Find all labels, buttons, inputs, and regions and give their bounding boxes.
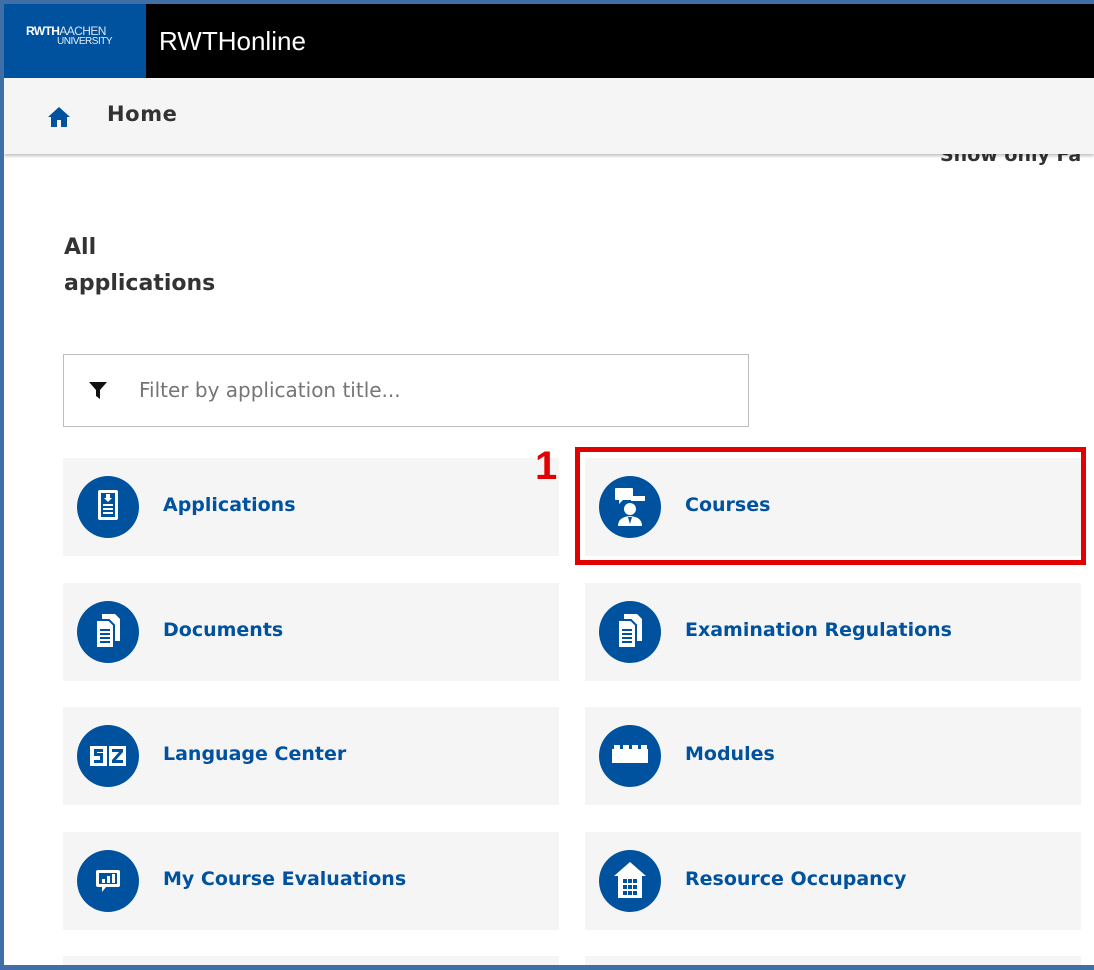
modules-block-icon [599,725,661,787]
tile-label: Applications [163,494,296,516]
building-icon [599,850,661,912]
applications-document-icon [77,476,139,538]
page-title: All applications [64,230,264,302]
logo-rwth-text: RWTH [26,24,60,38]
documents-icon [77,601,139,663]
tile-modules[interactable]: Modules [585,707,1081,805]
page-title-line2: applications [64,271,216,296]
logo-university-text: UNIVERSITY [57,36,113,47]
filter-placeholder: Filter by application title... [139,378,401,402]
tile-label: Examination Regulations [685,619,952,641]
home-icon[interactable] [47,106,71,128]
annotation-step-number: 1 [535,444,558,488]
course-evaluation-chart-icon [77,850,139,912]
rwth-logo[interactable]: RWTHAACHEN UNIVERSITY [4,4,146,78]
filter-input[interactable]: Filter by application title... [63,354,749,427]
app-title[interactable]: RWTHonline [159,25,306,57]
tile-language-center[interactable]: Language Center [63,707,559,805]
tile-label: Resource Occupancy [685,868,907,890]
tile-my-course-evaluations[interactable]: My Course Evaluations [63,832,559,930]
tile-partial[interactable] [585,956,1081,965]
filter-icon [89,382,107,399]
examination-regulations-document-icon [599,601,661,663]
tile-label: My Course Evaluations [163,868,407,890]
language-center-sz-icon [77,725,139,787]
tile-label: Modules [685,743,775,765]
tile-resource-occupancy[interactable]: Resource Occupancy [585,832,1081,930]
tile-label: Documents [163,619,284,641]
tile-documents[interactable]: Documents [63,583,559,681]
tile-partial[interactable] [63,956,559,965]
tile-applications[interactable]: Applications [63,458,559,556]
tile-label: Language Center [163,743,347,765]
annotation-highlight-box [575,447,1086,565]
breadcrumb-home[interactable]: Home [107,102,178,126]
tile-examination-regulations[interactable]: Examination Regulations [585,583,1081,681]
top-bar: RWTHAACHEN UNIVERSITY RWTHonline [4,4,1094,78]
page-title-line1: All [64,235,97,260]
